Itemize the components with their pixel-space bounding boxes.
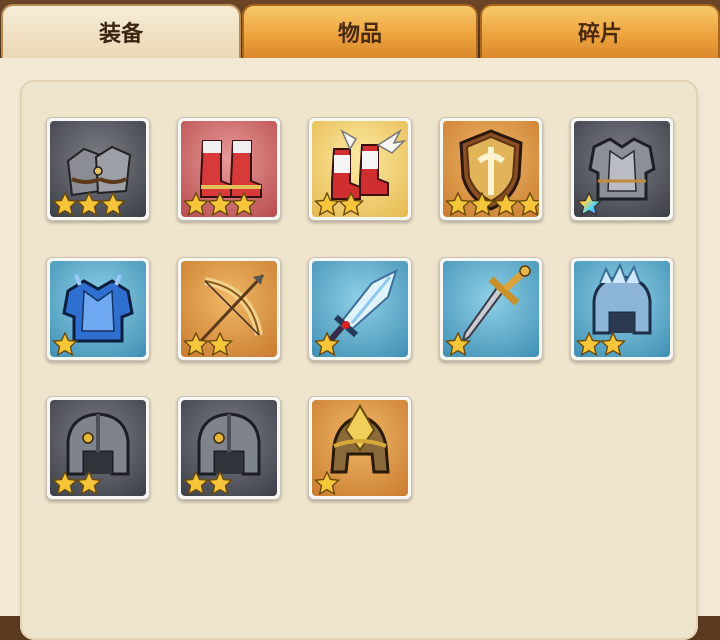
star-icon: [207, 332, 233, 356]
star-rating: [445, 192, 539, 216]
tab-fragments[interactable]: 碎片: [480, 4, 720, 58]
item-slot[interactable]: [439, 257, 543, 361]
star-icon: [445, 192, 471, 216]
star-rating: [314, 332, 340, 356]
star-icon: [52, 332, 78, 356]
item-frame: [181, 121, 277, 217]
star-icon: [100, 192, 126, 216]
star-icon: [231, 192, 257, 216]
item-slot[interactable]: [177, 117, 281, 221]
star-rating: [576, 332, 626, 356]
star-icon: [52, 192, 78, 216]
item-slot[interactable]: [177, 257, 281, 361]
tab-equipment[interactable]: 装备: [1, 4, 241, 58]
star-icon: [576, 332, 602, 356]
star-icon: [183, 192, 209, 216]
star-rating: [183, 471, 233, 495]
star-icon: [207, 192, 233, 216]
star-icon: [183, 471, 209, 495]
item-slot[interactable]: [177, 396, 281, 500]
star-icon: [207, 471, 233, 495]
item-frame: [443, 121, 539, 217]
item-slot[interactable]: [46, 396, 150, 500]
star-icon: [338, 192, 364, 216]
tab-bar: 装备 物品 碎片: [0, 0, 720, 58]
star-rating: [52, 332, 78, 356]
star-icon: [469, 192, 495, 216]
star-rating: [445, 332, 471, 356]
star-icon: [52, 471, 78, 495]
item-frame: [50, 261, 146, 357]
star-rating: [183, 332, 233, 356]
item-slot[interactable]: [308, 396, 412, 500]
item-frame: [312, 121, 408, 217]
tab-items[interactable]: 物品: [242, 4, 478, 58]
item-slot[interactable]: [308, 257, 412, 361]
item-frame: [443, 261, 539, 357]
star-icon: [493, 192, 519, 216]
star-rating: [52, 192, 126, 216]
star-icon: [314, 192, 340, 216]
item-slot[interactable]: [570, 117, 674, 221]
star-rating: [314, 192, 364, 216]
item-frame: [50, 400, 146, 496]
item-slot[interactable]: [439, 117, 543, 221]
item-slot[interactable]: [308, 117, 412, 221]
star-icon: [600, 332, 626, 356]
star-rating: [183, 192, 257, 216]
star-icon: [183, 332, 209, 356]
star-icon: [76, 471, 102, 495]
item-slot[interactable]: [46, 257, 150, 361]
star-icon: [314, 332, 340, 356]
item-frame: [312, 261, 408, 357]
star-rating: [52, 471, 102, 495]
item-frame: [50, 121, 146, 217]
item-slot[interactable]: [46, 117, 150, 221]
star-rating: [314, 471, 340, 495]
star-icon: [517, 192, 539, 216]
star-icon: [314, 471, 340, 495]
item-frame: [312, 400, 408, 496]
rainbow-star-icon: [576, 192, 602, 216]
item-slot[interactable]: [570, 257, 674, 361]
star-icon: [76, 192, 102, 216]
star-rating: [576, 192, 602, 216]
item-frame: [181, 261, 277, 357]
item-frame: [181, 400, 277, 496]
item-frame: [574, 261, 670, 357]
star-icon: [445, 332, 471, 356]
item-frame: [574, 121, 670, 217]
